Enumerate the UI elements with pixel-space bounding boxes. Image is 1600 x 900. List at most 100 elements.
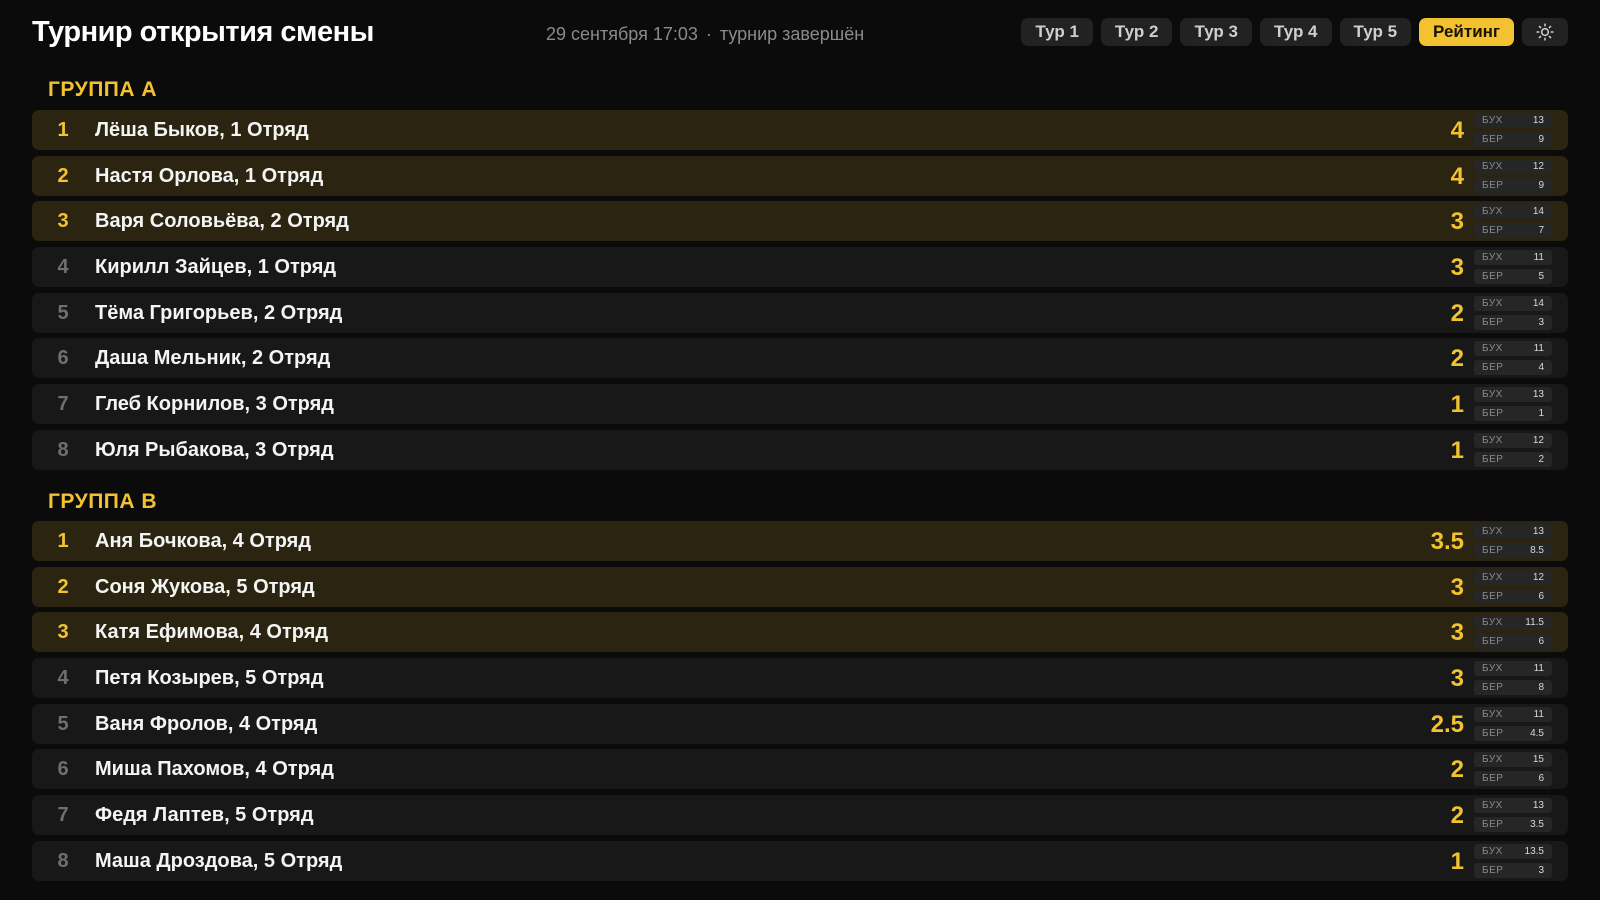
tab-round-3[interactable]: Тур 3 bbox=[1180, 18, 1252, 46]
buchholz-label: БУХ bbox=[1482, 526, 1503, 537]
berger-label: БЕР bbox=[1482, 864, 1504, 876]
berger-line: БЕР 1 bbox=[1474, 406, 1552, 422]
tab-round-1[interactable]: Тур 1 bbox=[1021, 18, 1093, 46]
berger-label: БЕР bbox=[1482, 134, 1504, 145]
buchholz-value: 15 bbox=[1532, 754, 1544, 766]
tiebreak-box: БУХ 13 БЕР 1 bbox=[1474, 387, 1552, 425]
group-b-standings: 1 Аня Бочкова, 4 Отряд 3.5 БУХ 13 БЕР 8.5 2 Соня… bbox=[32, 521, 1568, 887]
tiebreak-box: БУХ 11.5 БЕР 6 bbox=[1474, 615, 1552, 653]
standings-row[interactable]: 4 Петя Козырев, 5 Отряд 3 БУХ 11 БЕР 8 bbox=[32, 658, 1568, 699]
buchholz-value: 11 bbox=[1533, 252, 1544, 264]
buchholz-line: БУХ 12 bbox=[1474, 569, 1552, 585]
standings-row[interactable]: 4 Кирилл Зайцев, 1 Отряд 3 БУХ 11 БЕР 5 bbox=[32, 247, 1568, 288]
place-number: 3 bbox=[57, 210, 69, 233]
buchholz-label: БУХ bbox=[1482, 754, 1503, 766]
player-name: Маша Дроздова, 5 Отряд bbox=[95, 849, 343, 872]
player-score: 3 bbox=[1450, 619, 1464, 647]
standings-row[interactable]: 1 Лёша Быков, 1 Отряд 4 БУХ 13 БЕР 9 bbox=[32, 110, 1568, 150]
player-score: 4 bbox=[1450, 117, 1464, 144]
place-number: 2 bbox=[57, 164, 69, 187]
player-name: Лёша Быков, 1 Отряд bbox=[95, 119, 309, 141]
buchholz-value: 12 bbox=[1532, 160, 1544, 172]
buchholz-line: БУХ 13 bbox=[1474, 524, 1552, 539]
tab-rating[interactable]: Рейтинг bbox=[1419, 18, 1514, 46]
buchholz-value: 14 bbox=[1532, 297, 1544, 309]
berger-value: 6 bbox=[1538, 773, 1544, 785]
player-score: 2 bbox=[1450, 299, 1464, 327]
buchholz-value: 12 bbox=[1532, 571, 1544, 583]
berger-label: БЕР bbox=[1482, 636, 1504, 648]
buchholz-line: БУХ 13 bbox=[1474, 113, 1552, 128]
berger-label: БЕР bbox=[1482, 727, 1504, 739]
player-score: 4 bbox=[1450, 162, 1464, 190]
place-number: 1 bbox=[57, 530, 69, 552]
buchholz-value: 11.5 bbox=[1525, 617, 1544, 629]
tab-round-2[interactable]: Тур 2 bbox=[1100, 18, 1173, 46]
berger-line: БЕР 3 bbox=[1474, 314, 1552, 330]
place-number: 2 bbox=[57, 575, 69, 598]
standings-row[interactable]: 8 Юля Рыбакова, 3 Отряд 1 БУХ 12 БЕР 2 bbox=[32, 429, 1568, 470]
standings-row[interactable]: 3 Катя Ефимова, 4 Отряд 3 БУХ 11.5 БЕР 6 bbox=[32, 612, 1568, 653]
berger-line: БЕР 7 bbox=[1474, 223, 1552, 239]
berger-line: БЕР 4.5 bbox=[1474, 725, 1552, 741]
tiebreak-box: БУХ 14 БЕР 7 bbox=[1474, 204, 1552, 242]
player-name: Миша Пахомов, 4 Отряд bbox=[95, 758, 334, 781]
buchholz-label: БУХ bbox=[1482, 708, 1503, 720]
berger-line: БЕР 8 bbox=[1474, 680, 1552, 696]
player-score: 2 bbox=[1450, 802, 1464, 830]
tournament-meta: 29 сентября 17:03 · турнир завершён bbox=[546, 24, 864, 45]
place-number: 4 bbox=[57, 667, 69, 690]
standings-row[interactable]: 2 Соня Жукова, 5 Отряд 3 БУХ 12 БЕР 6 bbox=[32, 566, 1568, 607]
berger-label: БЕР bbox=[1482, 590, 1504, 602]
player-score: 3 bbox=[1450, 208, 1464, 236]
player-score: 2.5 bbox=[1430, 710, 1464, 738]
theme-toggle-button[interactable] bbox=[1522, 18, 1568, 46]
group-a-standings: 1 Лёша Быков, 1 Отряд 4 БУХ 13 БЕР 9 2 Настя Орл… bbox=[32, 110, 1568, 476]
buchholz-value: 14 bbox=[1532, 206, 1544, 218]
buchholz-label: БУХ bbox=[1482, 845, 1503, 857]
meta-separator: · bbox=[705, 24, 712, 44]
standings-row[interactable]: 5 Тёма Григорьев, 2 Отряд 2 БУХ 14 БЕР 3 bbox=[32, 292, 1568, 333]
buchholz-value: 13 bbox=[1532, 526, 1544, 537]
player-name: Петя Козырев, 5 Отряд bbox=[95, 667, 324, 690]
player-name: Юля Рыбакова, 3 Отряд bbox=[95, 438, 334, 461]
player-score: 2 bbox=[1450, 756, 1464, 784]
buchholz-label: БУХ bbox=[1482, 617, 1503, 629]
player-score: 1 bbox=[1450, 436, 1464, 464]
tiebreak-box: БУХ 11 БЕР 5 bbox=[1474, 250, 1552, 288]
standings-row[interactable]: 1 Аня Бочкова, 4 Отряд 3.5 БУХ 13 БЕР 8.5 bbox=[32, 521, 1568, 561]
berger-line: БЕР 6 bbox=[1474, 634, 1552, 650]
berger-value: 4 bbox=[1538, 362, 1544, 374]
tab-round-4[interactable]: Тур 4 bbox=[1259, 18, 1332, 46]
place-number: 1 bbox=[57, 119, 69, 141]
standings-row[interactable]: 3 Варя Соловьёва, 2 Отряд 3 БУХ 14 БЕР 7 bbox=[32, 201, 1568, 242]
buchholz-value: 11 bbox=[1533, 663, 1544, 675]
buchholz-label: БУХ bbox=[1482, 434, 1503, 446]
berger-label: БЕР bbox=[1482, 179, 1504, 191]
standings-row[interactable]: 8 Маша Дроздова, 5 Отряд 1 БУХ 13.5 БЕР 3 bbox=[32, 840, 1568, 881]
buchholz-label: БУХ bbox=[1482, 343, 1503, 355]
tab-round-5[interactable]: Тур 5 bbox=[1339, 18, 1412, 46]
standings-row[interactable]: 5 Ваня Фролов, 4 Отряд 2.5 БУХ 11 БЕР 4.5 bbox=[32, 703, 1568, 744]
buchholz-line: БУХ 11 bbox=[1474, 661, 1552, 677]
standings-row[interactable]: 7 Федя Лаптев, 5 Отряд 2 БУХ 13 БЕР 3.5 bbox=[32, 795, 1568, 836]
place-number: 7 bbox=[57, 804, 69, 827]
buchholz-line: БУХ 13 bbox=[1474, 798, 1552, 814]
buchholz-line: БУХ 14 bbox=[1474, 295, 1552, 311]
berger-label: БЕР bbox=[1482, 316, 1504, 328]
standings-row[interactable]: 6 Даша Мельник, 2 Отряд 2 БУХ 11 БЕР 4 bbox=[32, 338, 1568, 379]
player-score: 1 bbox=[1450, 391, 1464, 419]
player-name: Глеб Корнилов, 3 Отряд bbox=[95, 393, 334, 416]
player-name: Даша Мельник, 2 Отряд bbox=[95, 347, 331, 370]
buchholz-line: БУХ 11 bbox=[1474, 706, 1552, 722]
standings-row[interactable]: 2 Настя Орлова, 1 Отряд 4 БУХ 12 БЕР 9 bbox=[32, 155, 1568, 196]
berger-label: БЕР bbox=[1482, 271, 1504, 283]
buchholz-label: БУХ bbox=[1482, 663, 1503, 675]
standings-row[interactable]: 7 Глеб Корнилов, 3 Отряд 1 БУХ 13 БЕР 1 bbox=[32, 384, 1568, 425]
buchholz-line: БУХ 15 bbox=[1474, 752, 1552, 768]
buchholz-line: БУХ 13 bbox=[1474, 387, 1552, 403]
tiebreak-box: БУХ 11 БЕР 8 bbox=[1474, 661, 1552, 699]
player-score: 2 bbox=[1450, 345, 1464, 373]
standings-row[interactable]: 6 Миша Пахомов, 4 Отряд 2 БУХ 15 БЕР 6 bbox=[32, 749, 1568, 790]
round-tabs: Тур 1 Тур 2 Тур 3 Тур 4 Тур 5 Рейтинг bbox=[1021, 18, 1568, 46]
